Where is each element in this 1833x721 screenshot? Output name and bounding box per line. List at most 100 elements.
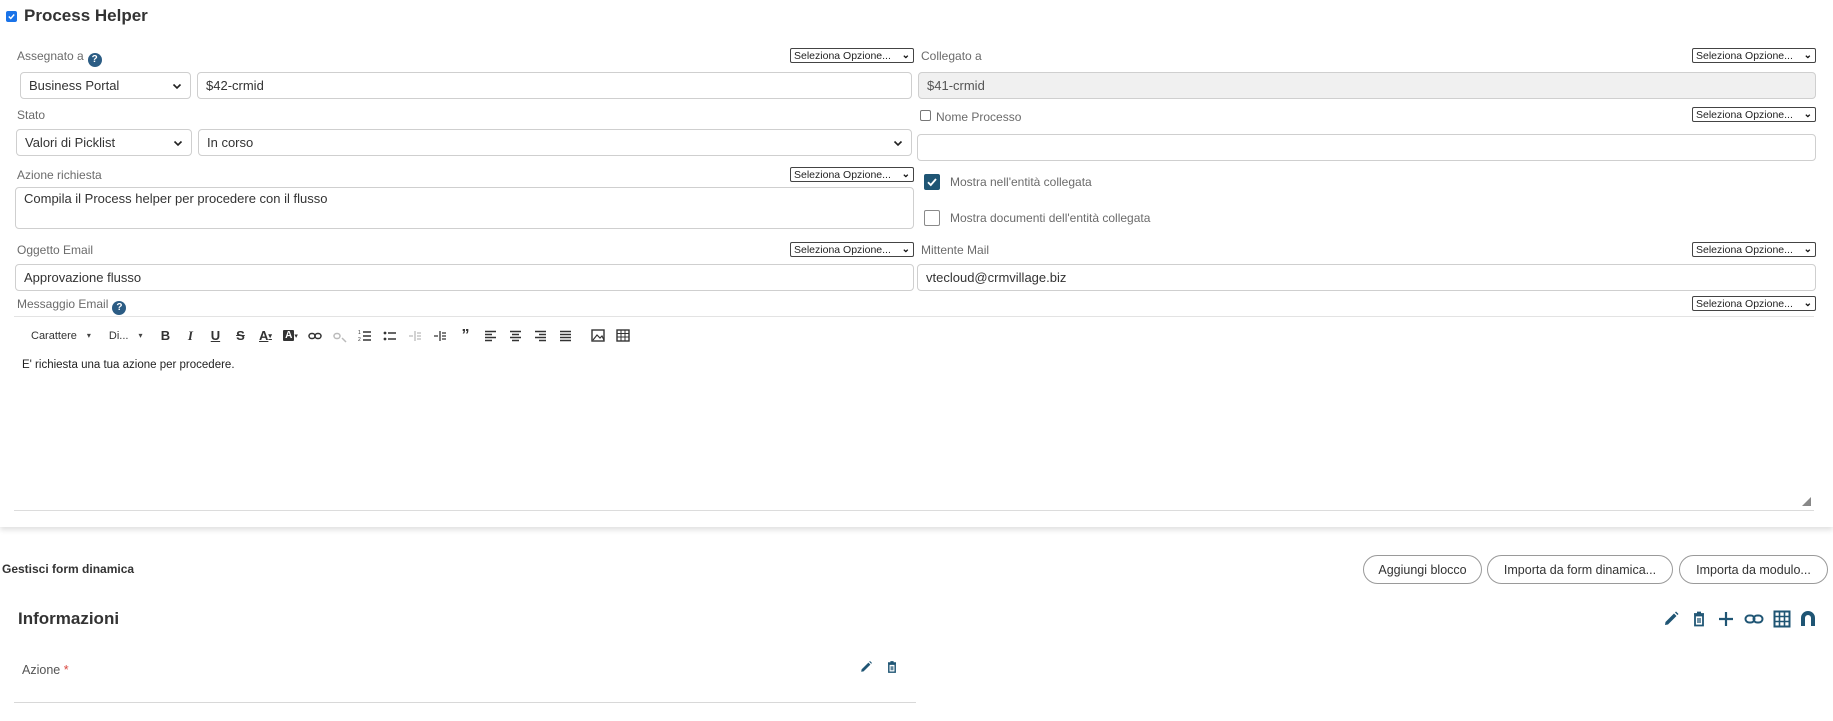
indent-icon[interactable] [429,325,451,347]
chevron-down-icon: ⌄ [901,50,910,61]
dynamic-form-title: Gestisci form dinamica [2,562,135,576]
status-value-select[interactable]: In corso [198,129,912,156]
chevron-down-icon: ⌄ [1803,244,1812,255]
option-select-label: Seleziona Opzione... [1696,49,1793,62]
email-message-label: Messaggio Email? [17,297,127,315]
option-select-label: Seleziona Opzione... [1696,108,1793,121]
linked-value: $41-crmid [927,78,985,93]
show-in-linked-checkbox[interactable] [924,174,940,190]
chevron-down-icon [173,140,183,146]
page-title: Process Helper [24,6,148,25]
trash-icon[interactable] [1688,608,1710,630]
chevron-down-icon: ⌄ [901,244,910,255]
font-size-combo[interactable]: Di... ▾ [109,330,143,342]
dropdown-arrow-icon: ▾ [138,331,143,340]
assigned-label-text: Assegnato a [17,49,84,63]
import-form-button[interactable]: Importa da form dinamica... [1487,555,1673,584]
email-subject-input[interactable]: Approvazione flusso [15,264,914,291]
underline-icon[interactable]: U [204,325,226,347]
italic-icon[interactable]: I [179,325,201,347]
show-in-linked-label: Mostra nell'entità collegata [950,175,1092,189]
email-message-editor[interactable]: E' richiesta una tua azione per proceder… [22,359,235,371]
process-name-label: Nome Processo [936,110,1022,124]
link-icon[interactable] [1743,608,1765,630]
chevron-down-icon: ⌄ [1803,298,1812,309]
help-icon[interactable]: ? [112,300,127,315]
block-title: Informazioni [18,609,120,628]
outdent-icon[interactable] [404,325,426,347]
add-icon[interactable] [1715,608,1737,630]
assigned-label: Assegnato a? [17,49,102,67]
help-icon[interactable]: ? [87,52,102,67]
process-name-checkbox[interactable] [920,110,931,121]
field-edit-icon[interactable] [856,657,876,677]
process-helper-panel: Process Helper Assegnato a? Seleziona Op… [0,0,1833,527]
table-icon[interactable] [1771,608,1793,630]
align-right-icon[interactable] [529,325,551,347]
align-center-icon[interactable] [504,325,526,347]
option-select-label: Seleziona Opzione... [794,243,891,256]
option-select-label: Seleziona Opzione... [794,168,891,181]
background-color-icon[interactable]: A ▾ [279,325,301,347]
resize-handle-icon[interactable] [1802,497,1811,506]
numbered-list-icon[interactable]: 12 [354,325,376,347]
email-subject-value: Approvazione flusso [24,270,142,285]
required-action-option-select[interactable]: Seleziona Opzione... ⌄ [790,167,914,182]
email-message-option-select[interactable]: Seleziona Opzione... ⌄ [1692,296,1816,311]
check-icon [927,178,937,187]
show-docs-label: Mostra documenti dell'entità collegata [950,211,1151,225]
blockquote-icon[interactable]: ” [454,325,476,347]
dropdown-arrow-icon: ▾ [86,331,91,340]
editor-toolbar: Carattere ▾ Di... ▾ B I U S A ▾ A ▾ 12 ” [14,316,1814,354]
chevron-down-icon [893,140,903,146]
unlink-icon[interactable] [329,325,351,347]
justify-icon[interactable] [554,325,576,347]
svg-text:1: 1 [358,330,361,336]
option-select-label: Seleziona Opzione... [1696,297,1793,310]
strikethrough-icon[interactable]: S [229,325,251,347]
bullet-list-icon[interactable] [379,325,401,347]
align-left-icon[interactable] [479,325,501,347]
chevron-down-icon: ⌄ [1803,109,1812,120]
image-icon[interactable] [587,325,609,347]
add-block-button[interactable]: Aggiungi blocco [1363,555,1482,584]
font-size-label: Di... [108,329,129,342]
magnet-icon[interactable] [1797,608,1819,630]
enable-checkbox[interactable] [6,11,17,22]
required-action-textarea[interactable]: Compila il Process helper per procedere … [15,187,914,229]
table-icon[interactable] [612,325,634,347]
show-docs-checkbox[interactable] [924,210,940,226]
linked-option-select[interactable]: Seleziona Opzione... ⌄ [1692,48,1816,63]
font-family-label: Carattere [31,329,77,342]
process-name-option-select[interactable]: Seleziona Opzione... ⌄ [1692,107,1816,122]
email-message-label-text: Messaggio Email [17,297,109,311]
edit-icon[interactable] [1660,608,1682,630]
assigned-value-input[interactable]: $42-crmid [197,72,912,99]
mail-sender-input[interactable]: vtecloud@crmvillage.biz [917,264,1816,291]
assigned-type-value: Business Portal [29,78,120,93]
assigned-option-select[interactable]: Seleziona Opzione... ⌄ [790,48,914,63]
process-name-input[interactable] [917,134,1816,161]
linked-label: Collegato a [921,49,982,63]
chevron-down-icon [172,83,182,89]
email-subject-option-select[interactable]: Seleziona Opzione... ⌄ [790,242,914,257]
required-action-value: Compila il Process helper per procedere … [24,191,328,206]
mail-sender-option-select[interactable]: Seleziona Opzione... ⌄ [1692,242,1816,257]
status-type-select[interactable]: Valori di Picklist [16,129,192,156]
required-action-label: Azione richiesta [17,168,102,182]
bold-icon[interactable]: B [154,325,176,347]
mail-sender-label: Mittente Mail [921,243,990,257]
option-select-label: Seleziona Opzione... [794,49,891,62]
required-marker: * [63,663,69,677]
font-family-combo[interactable]: Carattere ▾ [31,330,91,342]
text-color-icon[interactable]: A ▾ [254,325,276,347]
link-icon[interactable] [304,325,326,347]
status-value: In corso [207,135,254,150]
mail-sender-value: vtecloud@crmvillage.biz [926,270,1067,285]
status-type-value: Valori di Picklist [25,135,116,150]
field-trash-icon[interactable] [882,657,902,677]
import-module-button[interactable]: Importa da modulo... [1679,555,1828,584]
assigned-type-select[interactable]: Business Portal [20,72,191,99]
email-subject-label: Oggetto Email [17,243,94,257]
field-row-divider [14,702,916,703]
